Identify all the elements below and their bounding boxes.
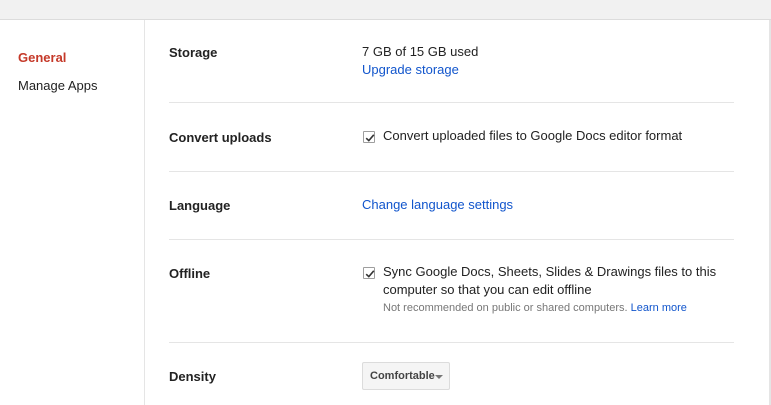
density-selected-value: Comfortable bbox=[370, 370, 435, 382]
top-bar bbox=[0, 0, 771, 20]
density-label: Density bbox=[169, 369, 216, 384]
offline-hint: Not recommended on public or shared comp… bbox=[383, 302, 687, 314]
caret-down-icon bbox=[435, 375, 443, 379]
convert-uploads-checkbox[interactable] bbox=[363, 131, 375, 143]
convert-uploads-label: Convert uploads bbox=[169, 130, 272, 145]
offline-sync-text-line2: computer so that you can edit offline bbox=[383, 282, 592, 297]
language-label: Language bbox=[169, 198, 231, 213]
upgrade-storage-link[interactable]: Upgrade storage bbox=[362, 62, 459, 77]
offline-sync-checkbox[interactable] bbox=[363, 267, 375, 279]
divider bbox=[169, 102, 734, 103]
storage-usage: 7 GB of 15 GB used bbox=[362, 44, 479, 59]
density-dropdown[interactable]: Comfortable bbox=[362, 362, 450, 390]
offline-hint-text: Not recommended on public or shared comp… bbox=[383, 302, 628, 314]
sidebar-item-manage-apps[interactable]: Manage Apps bbox=[18, 78, 98, 93]
learn-more-link[interactable]: Learn more bbox=[631, 302, 687, 314]
storage-label: Storage bbox=[169, 45, 218, 60]
settings-sidebar: General Manage Apps bbox=[0, 20, 145, 405]
convert-uploads-text: Convert uploaded files to Google Docs ed… bbox=[383, 128, 683, 143]
offline-sync-text-line1: Sync Google Docs, Sheets, Slides & Drawi… bbox=[383, 264, 717, 279]
settings-main: Storage 7 GB of 15 GB used Upgrade stora… bbox=[169, 20, 734, 405]
divider bbox=[169, 171, 734, 172]
checkmark-icon bbox=[365, 134, 375, 142]
offline-label: Offline bbox=[169, 266, 211, 281]
change-language-link[interactable]: Change language settings bbox=[362, 197, 513, 212]
sidebar-item-general[interactable]: General bbox=[18, 50, 66, 65]
divider bbox=[169, 239, 734, 240]
divider bbox=[169, 342, 734, 343]
checkmark-icon bbox=[365, 270, 375, 278]
